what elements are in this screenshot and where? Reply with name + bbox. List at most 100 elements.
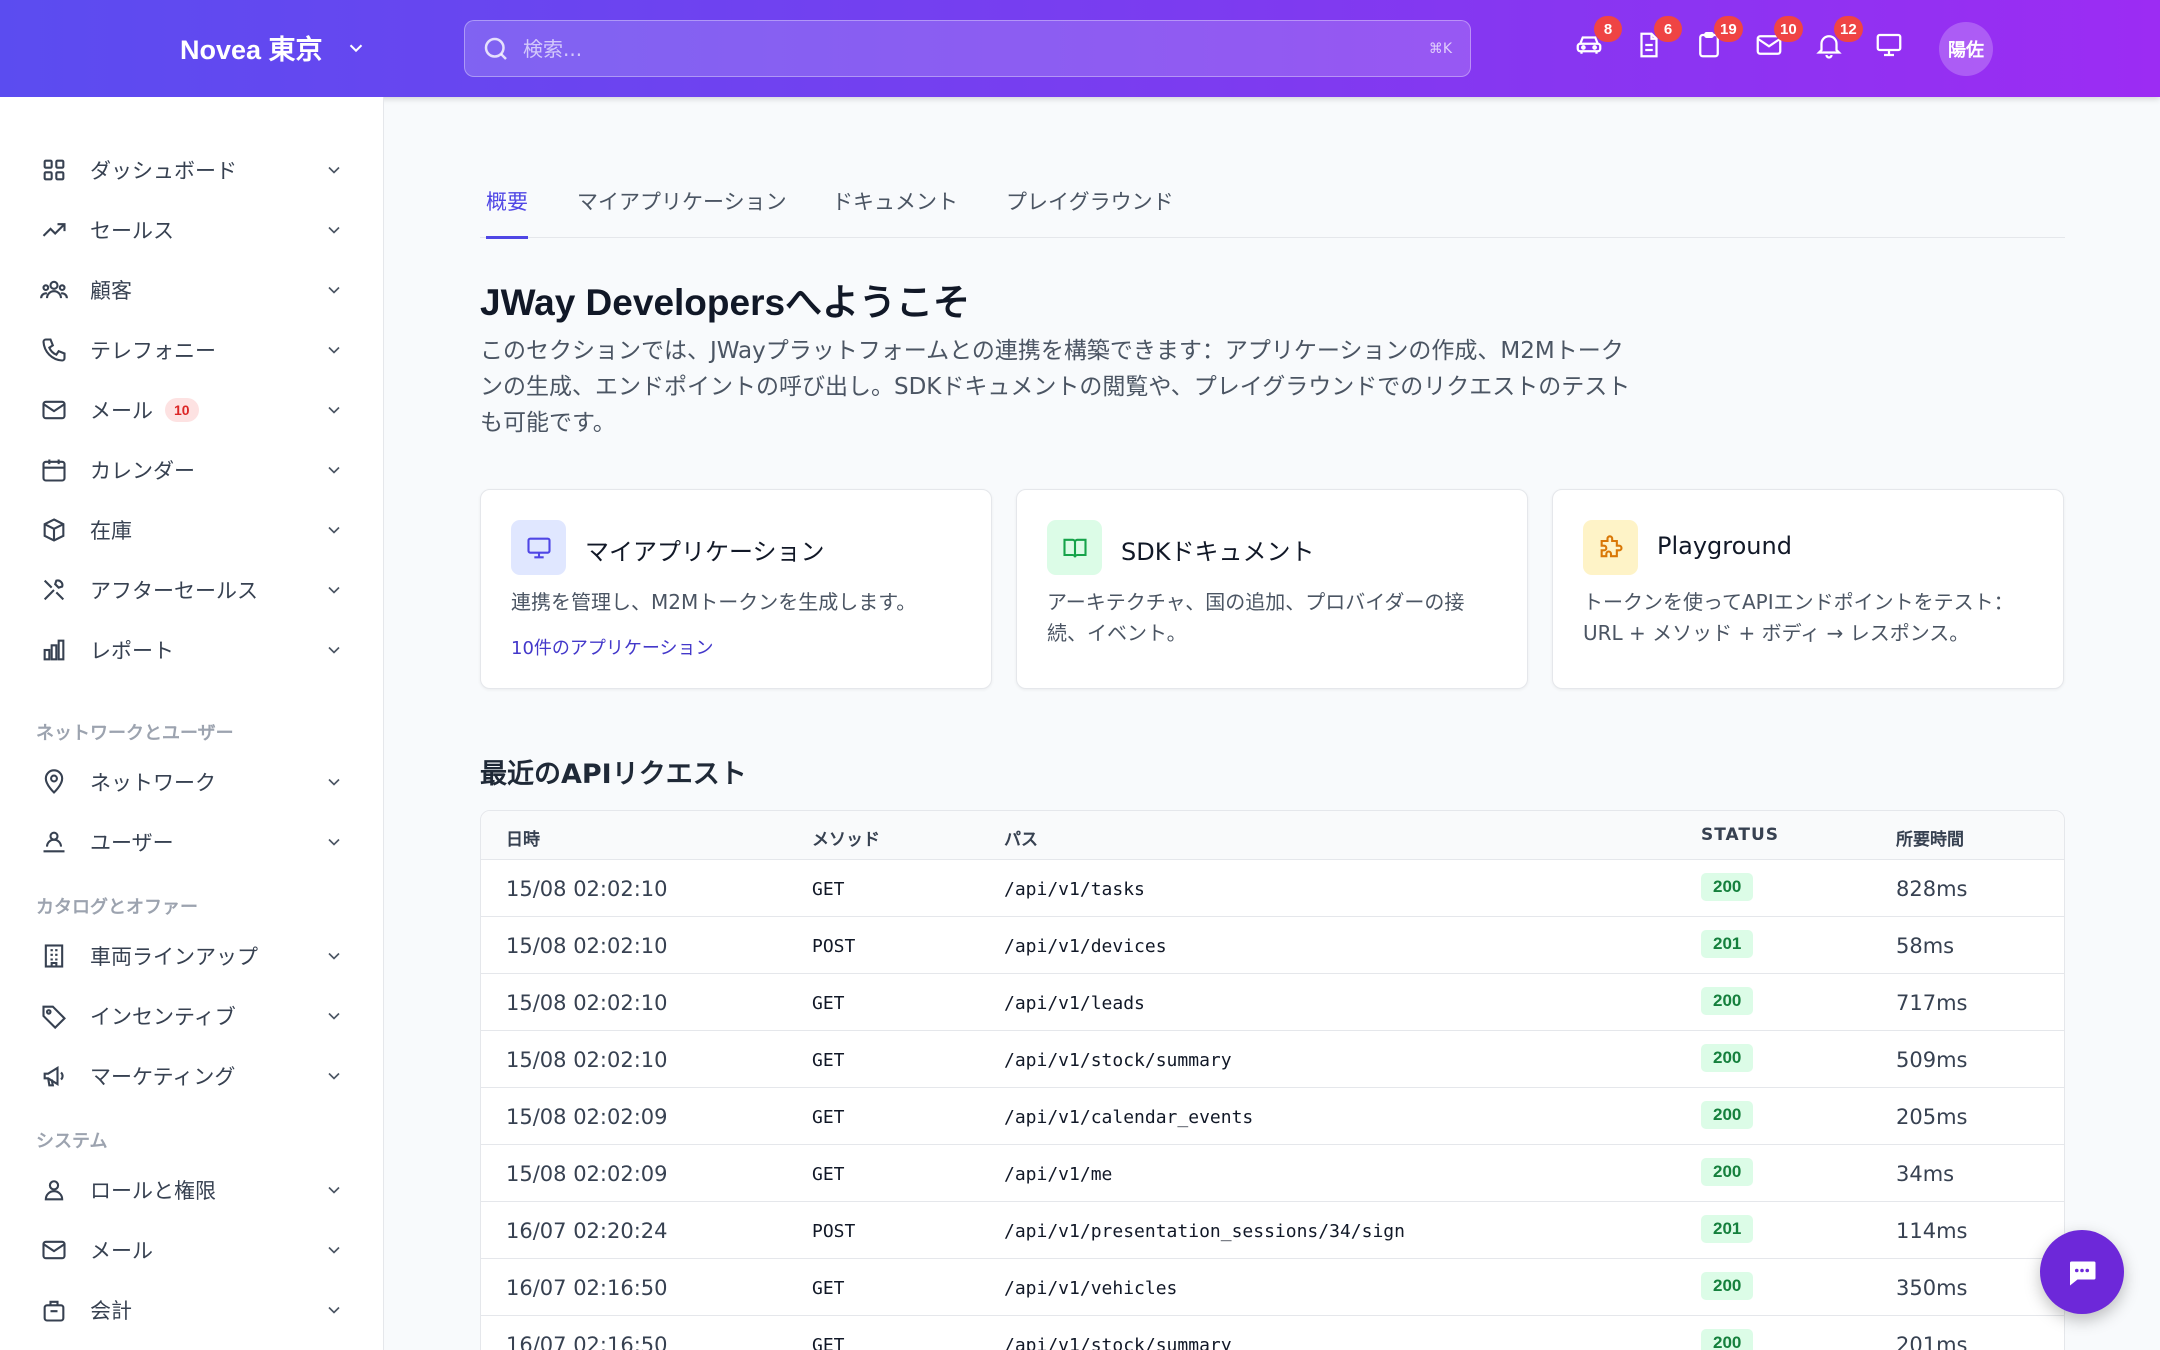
- applications-count-link[interactable]: 10件のアプリケーション: [511, 634, 714, 660]
- tools-icon: [43, 579, 65, 601]
- cell-datetime: 16/07 02:16:50: [506, 1276, 668, 1300]
- sidebar-item-roles[interactable]: ロールと権限: [40, 1165, 350, 1215]
- map-pin-icon: [44, 769, 64, 794]
- status-badge: 200: [1701, 1329, 1754, 1350]
- sidebar-item-network[interactable]: ネットワーク: [40, 757, 350, 807]
- sidebar-item-label: 車両ラインアップ: [90, 945, 258, 969]
- recent-requests-title: 最近のAPIリクエスト: [480, 759, 747, 790]
- tab-my-applications[interactable]: マイアプリケーション: [577, 186, 787, 236]
- column-header-path[interactable]: パス: [1004, 825, 1038, 850]
- card-icon-box: [511, 520, 566, 575]
- cell-duration: 350ms: [1896, 1276, 1968, 1300]
- chevron-down-icon: [328, 1012, 340, 1020]
- bell-icon-button[interactable]: 12: [1814, 16, 1863, 66]
- trending-up-icon: [42, 223, 66, 237]
- sidebar-item-incentives[interactable]: インセンティブ: [40, 991, 350, 1041]
- sidebar-item-label: マーケティング: [90, 1065, 236, 1089]
- section-title-system: システム: [36, 1131, 108, 1152]
- table-row[interactable]: 15/08 02:02:10 GET/api/v1/tasks 200 828ms: [481, 859, 2064, 916]
- sidebar-item-label: 会計: [90, 1299, 132, 1323]
- chevron-down-icon: [328, 166, 340, 174]
- table-row[interactable]: 16/07 02:20:24 POST/api/v1/presentation_s…: [481, 1201, 2064, 1258]
- chevron-down-icon: [328, 226, 340, 234]
- user-avatar[interactable]: 陽佐: [1939, 22, 1993, 76]
- chevron-down-icon: [328, 346, 340, 354]
- box-icon: [43, 518, 65, 542]
- card-my-applications[interactable]: マイアプリケーション 連携を管理し、M2Mトークンを生成します。 10件のアプリ…: [480, 489, 992, 689]
- cell-path: /api/v1/stock/summary: [1004, 1335, 1232, 1350]
- table-row[interactable]: 15/08 02:02:09 GET/api/v1/me 200 34ms: [481, 1144, 2064, 1201]
- api-requests-table: 日時 メソッド パス STATUS 所要時間 15/08 02:02:10 GET…: [480, 810, 2065, 1350]
- page-description: このセクションでは、JWayプラットフォームとの連携を構築できます：アプリケーシ…: [480, 338, 1631, 436]
- column-header-duration[interactable]: 所要時間: [1896, 825, 1964, 850]
- chevron-down-icon: [328, 1246, 340, 1254]
- sidebar-item-aftersales[interactable]: アフターセールス: [40, 565, 350, 615]
- sidebar-item-sales[interactable]: セールス: [40, 205, 350, 255]
- building-icon: [44, 944, 64, 968]
- user-icon: [44, 1180, 64, 1201]
- cell-datetime: 15/08 02:02:10: [506, 877, 668, 901]
- sidebar-item-calendar[interactable]: カレンダー: [40, 445, 350, 495]
- table-row[interactable]: 15/08 02:02:10 GET/api/v1/leads 200 717ms: [481, 973, 2064, 1030]
- card-title: SDKドキュメント: [1121, 538, 1315, 566]
- section-title-catalog: カタログとオファー: [36, 897, 198, 918]
- notification-badge: 10: [1774, 16, 1803, 42]
- card-playground[interactable]: Playground トークンを使ってAPIエンドポイントをテスト：URL + …: [1552, 489, 2064, 689]
- megaphone-icon: [43, 1065, 64, 1087]
- sidebar-item-mail[interactable]: メール 10: [40, 385, 350, 435]
- table-row[interactable]: 16/07 02:16:50 GET/api/v1/vehicles 200 350m…: [481, 1258, 2064, 1315]
- sidebar-item-label: 在庫: [90, 519, 132, 543]
- sidebar-item-inventory[interactable]: 在庫: [40, 505, 350, 555]
- card-sdk-docs[interactable]: SDKドキュメント アーキテクチャ、国の追加、プロバイダーの接続、イベント。: [1016, 489, 1528, 689]
- user-network-icon: [43, 831, 65, 853]
- search-input[interactable]: [523, 36, 1429, 61]
- notification-badge: 12: [1834, 16, 1863, 42]
- car-icon-button[interactable]: 8: [1574, 16, 1622, 66]
- tab-documents[interactable]: ドキュメント: [832, 186, 958, 236]
- table-row[interactable]: 15/08 02:02:10 POST/api/v1/devices 201 58ms: [481, 916, 2064, 973]
- card-icon-box: [1583, 520, 1638, 575]
- chevron-down-icon: [349, 44, 362, 52]
- chevron-down-icon: [328, 1186, 340, 1194]
- column-header-method[interactable]: メソッド: [812, 825, 880, 850]
- tab-playground[interactable]: プレイグラウンド: [1006, 186, 1174, 236]
- cell-method: GET: [812, 1107, 845, 1128]
- chat-button[interactable]: [2040, 1230, 2124, 1314]
- sidebar-item-telephony[interactable]: テレフォニー: [40, 325, 350, 375]
- page-title: JWay Developersへようこそ: [480, 282, 971, 323]
- mail-icon-button[interactable]: 10: [1754, 16, 1803, 66]
- sidebar-item-reports[interactable]: レポート: [40, 625, 350, 675]
- card-title: マイアプリケーション: [585, 538, 825, 566]
- cell-duration: 201ms: [1896, 1333, 1968, 1350]
- chevron-down-icon: [328, 778, 340, 786]
- card-icon-box: [1047, 520, 1102, 575]
- cell-duration: 205ms: [1896, 1105, 1968, 1129]
- cell-datetime: 15/08 02:02:10: [506, 934, 668, 958]
- column-header-status[interactable]: STATUS: [1701, 825, 1779, 845]
- sidebar-item-dashboard[interactable]: ダッシュボード: [40, 145, 350, 195]
- table-row[interactable]: 15/08 02:02:10 GET/api/v1/stock/summary 20…: [481, 1030, 2064, 1087]
- sidebar-item-customers[interactable]: 顧客: [40, 265, 350, 315]
- document-icon-button[interactable]: 6: [1634, 16, 1682, 66]
- search-bar[interactable]: ⌘K: [464, 20, 1471, 77]
- sidebar-item-vehicle-lineup[interactable]: 車両ラインアップ: [40, 931, 350, 981]
- status-badge: 200: [1701, 873, 1754, 901]
- sidebar-item-system-mail[interactable]: メール: [40, 1225, 350, 1275]
- sidebar-item-users[interactable]: ユーザー: [40, 817, 350, 867]
- monitor-icon-button[interactable]: [1874, 30, 1910, 66]
- card-title: Playground: [1657, 532, 1792, 560]
- sidebar-item-marketing[interactable]: マーケティング: [40, 1051, 350, 1101]
- column-header-datetime[interactable]: 日時: [506, 825, 540, 850]
- brand-switcher[interactable]: Novea 東京: [180, 28, 367, 67]
- cell-datetime: 16/07 02:16:50: [506, 1333, 668, 1350]
- sidebar-item-label: 顧客: [90, 279, 132, 303]
- cell-method: POST: [812, 936, 856, 957]
- table-row[interactable]: 15/08 02:02:09 GET/api/v1/calendar_events…: [481, 1087, 2064, 1144]
- sidebar-item-accounting[interactable]: 会計: [40, 1285, 350, 1335]
- table-row[interactable]: 16/07 02:16:50 GET/api/v1/stock/summary 20…: [481, 1315, 2064, 1350]
- tab-overview[interactable]: 概要: [486, 186, 528, 239]
- chevron-down-icon: [328, 406, 340, 414]
- clipboard-icon-button[interactable]: 19: [1694, 16, 1743, 66]
- cell-duration: 34ms: [1896, 1162, 1955, 1186]
- cell-duration: 58ms: [1896, 934, 1955, 958]
